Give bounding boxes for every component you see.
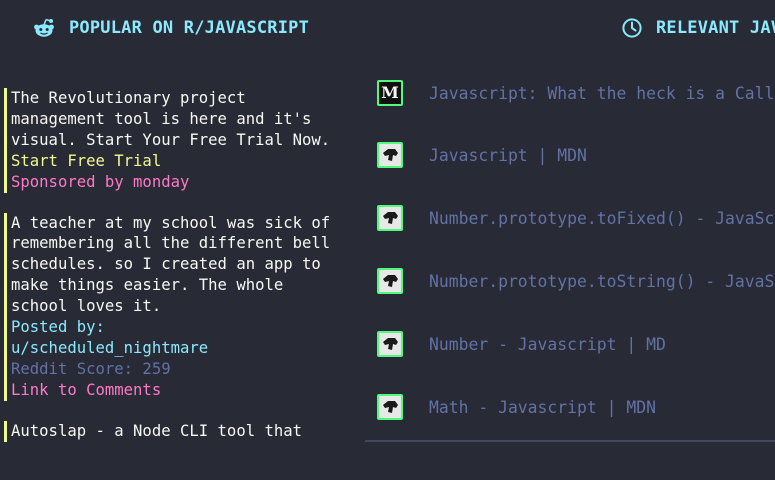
resource-item[interactable]: Number - Javascript | MD xyxy=(377,331,666,357)
start-free-trial-link[interactable]: Start Free Trial xyxy=(11,151,335,172)
medium-icon: M xyxy=(377,80,403,106)
mdn-icon xyxy=(377,205,403,231)
post-card: Autoslap - a Node CLI tool that xyxy=(4,420,335,442)
sponsored-text: The Revolutionary project management too… xyxy=(11,89,331,149)
resource-title[interactable]: Javascript: What the heck is a Callback? xyxy=(429,84,775,103)
divider xyxy=(365,440,775,442)
resource-item[interactable]: Number.prototype.toString() - JavaScript… xyxy=(377,268,775,294)
resource-title[interactable]: Number.prototype.toString() - JavaScript… xyxy=(429,272,775,291)
popular-header: POPULAR ON R/JAVASCRIPT xyxy=(33,14,309,42)
post-score: Reddit Score: 259 xyxy=(11,359,171,378)
post-author-link[interactable]: u/scheduled_nightmare xyxy=(11,338,335,359)
resource-item[interactable]: Javascript | MDN xyxy=(377,142,587,168)
page: POPULAR ON R/JAVASCRIPT RELEVANT JAVASCR… xyxy=(0,0,775,480)
mdn-icon xyxy=(377,331,403,357)
reddit-icon xyxy=(33,18,55,38)
post-title: A teacher at my school was sick of remem… xyxy=(11,213,331,316)
resources-list: M Javascript: What the heck is a Callbac… xyxy=(365,0,775,480)
post-card: A teacher at my school was sick of remem… xyxy=(4,212,335,401)
resource-item[interactable]: Number.prototype.toFixed() - JavaScript … xyxy=(377,205,775,231)
resource-title[interactable]: Number - Javascript | MD xyxy=(429,335,666,354)
sponsored-card: The Revolutionary project management too… xyxy=(4,88,335,193)
popular-header-title: POPULAR ON R/JAVASCRIPT xyxy=(69,18,310,38)
mdn-icon xyxy=(377,394,403,420)
resource-item[interactable]: Math - Javascript | MDN xyxy=(377,394,656,420)
post-title: Autoslap - a Node CLI tool that xyxy=(11,421,303,440)
mdn-icon xyxy=(377,268,403,294)
resource-item[interactable]: M Javascript: What the heck is a Callbac… xyxy=(377,80,775,106)
mdn-icon xyxy=(377,142,403,168)
comments-link[interactable]: Link to Comments xyxy=(11,380,335,401)
resource-title[interactable]: Javascript | MDN xyxy=(429,146,587,165)
resource-title[interactable]: Number.prototype.toFixed() - JavaScript … xyxy=(429,209,775,228)
sponsor-link[interactable]: Sponsored by monday xyxy=(11,172,335,193)
popular-list: The Revolutionary project management too… xyxy=(0,88,335,462)
posted-by-label: Posted by: xyxy=(11,318,105,337)
resource-title[interactable]: Math - Javascript | MDN xyxy=(429,398,656,417)
